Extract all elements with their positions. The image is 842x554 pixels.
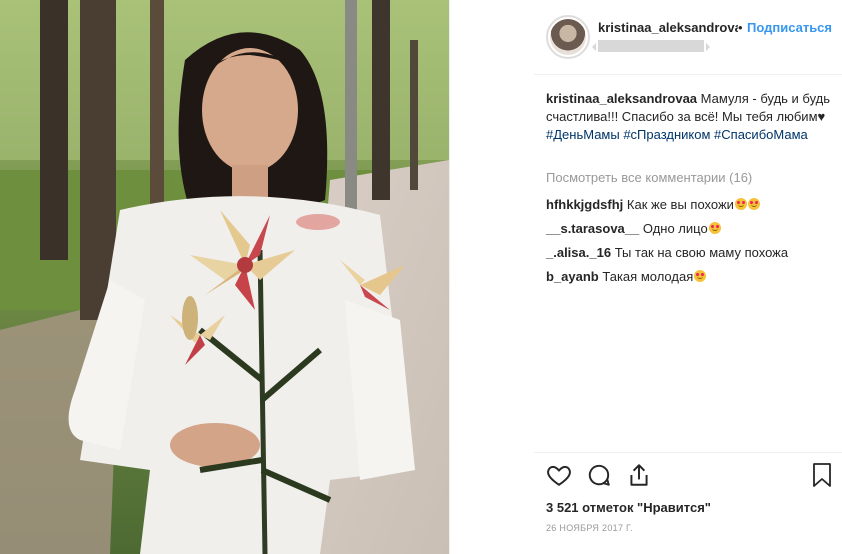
- post-date[interactable]: 26 НОЯБРЯ 2017 Г.: [546, 523, 633, 533]
- post-caption: kristinaa_aleksandrovaa Мамуля - будь и …: [546, 90, 836, 144]
- comment-button[interactable]: [586, 462, 614, 490]
- caption-username[interactable]: kristinaa_aleksandrovaa: [546, 91, 697, 106]
- comment-item: hfhkkjgdsfhj Как же вы похожи: [546, 196, 836, 214]
- avatar[interactable]: [546, 15, 590, 59]
- hashtag-link[interactable]: #СпасибоМама: [714, 127, 808, 142]
- post-sidebar: kristinaa_aleksandrova • Подписаться kri…: [449, 0, 842, 554]
- hashtag-link[interactable]: #сПраздником: [623, 127, 710, 142]
- post-header: kristinaa_aleksandrova • Подписаться: [534, 0, 842, 75]
- heart-eyes-emoji-icon: [708, 222, 721, 234]
- comment-username[interactable]: b_ayanb: [546, 269, 599, 284]
- heart-outline-icon: [547, 465, 571, 486]
- follow-button[interactable]: Подписаться: [747, 20, 832, 35]
- heart-eyes-emoji-icon: [694, 270, 707, 282]
- location-redacted: [592, 40, 710, 52]
- instagram-post: kristinaa_aleksandrova • Подписаться kri…: [0, 0, 842, 554]
- actions-divider: [534, 452, 842, 453]
- header-separator: •: [738, 20, 743, 35]
- comment-text: Ты так на свою маму похожа: [614, 245, 789, 260]
- comment-text: Такая молодая: [602, 269, 694, 284]
- post-sidebar-content: kristinaa_aleksandrova • Подписаться kri…: [534, 0, 842, 554]
- bookmark-icon: [813, 463, 831, 487]
- avatar-photo: [550, 19, 586, 55]
- like-button[interactable]: [546, 462, 574, 490]
- park-portrait-image: [0, 0, 449, 554]
- comment-text: Одно лицо: [642, 221, 708, 236]
- heart-eyes-emoji-icon: [747, 198, 760, 210]
- comment-text: Как же вы похожи: [626, 197, 734, 212]
- comments-list: hfhkkjgdsfhj Как же вы похожи __s.taraso…: [546, 196, 836, 292]
- post-photo[interactable]: [0, 0, 449, 554]
- comment-item: b_ayanb Такая молодая: [546, 268, 836, 286]
- hashtag-link[interactable]: #ДеньМамы: [546, 127, 620, 142]
- heart-eyes-emoji-icon: [734, 198, 747, 210]
- share-icon: [630, 464, 648, 486]
- comment-bubble-icon: [588, 464, 610, 486]
- heart-glyph: ♥: [817, 109, 826, 124]
- share-button[interactable]: [626, 462, 654, 490]
- comment-username[interactable]: __s.tarasova__: [546, 221, 639, 236]
- save-button[interactable]: [810, 462, 838, 490]
- action-bar: [546, 462, 831, 492]
- header-username[interactable]: kristinaa_aleksandrova: [598, 20, 738, 35]
- view-all-comments-link[interactable]: Посмотреть все комментарии (16): [546, 170, 752, 185]
- comment-item: __s.tarasova__ Одно лицо: [546, 220, 836, 238]
- comment-item: _.alisa._16 Ты так на свою маму похожа: [546, 244, 836, 262]
- comment-username[interactable]: hfhkkjgdsfhj: [546, 197, 623, 212]
- comment-username[interactable]: _.alisa._16: [546, 245, 611, 260]
- likes-count[interactable]: 3 521 отметок "Нравится": [546, 500, 711, 515]
